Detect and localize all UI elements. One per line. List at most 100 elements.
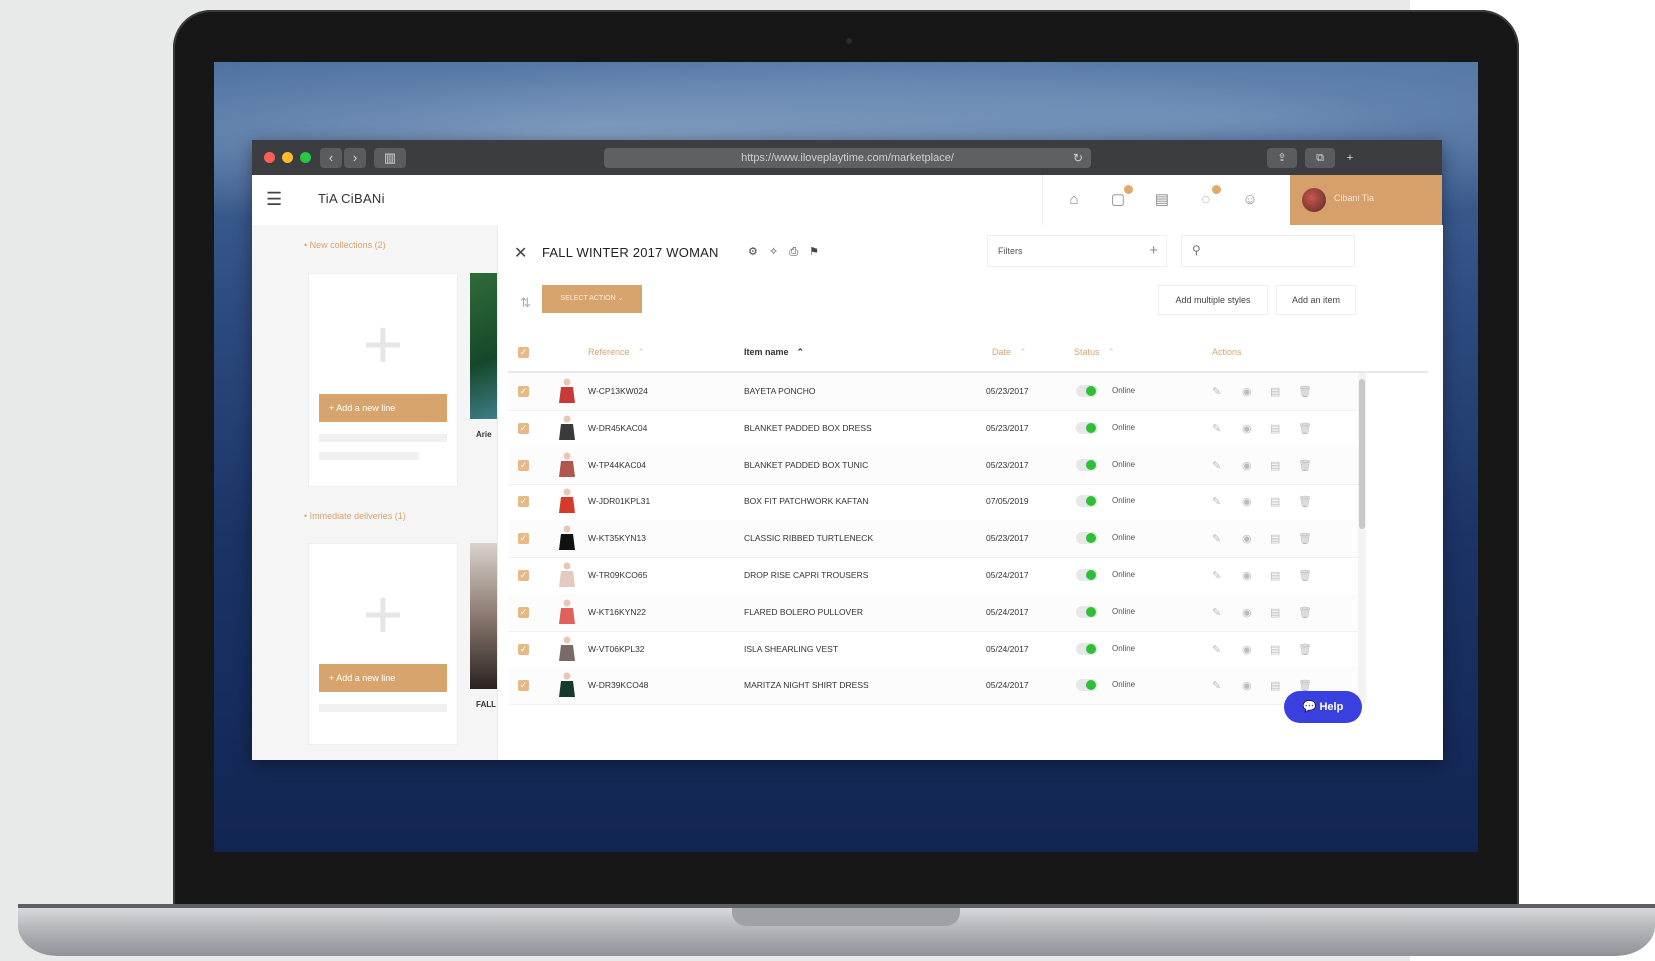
product-thumbnail[interactable] (556, 598, 578, 626)
new-tab-icon[interactable]: + (1342, 148, 1358, 168)
duplicate-icon[interactable]: ▤ (1270, 679, 1280, 692)
product-thumbnail[interactable] (556, 635, 578, 663)
share-icon[interactable]: ⇪ (1267, 148, 1297, 168)
delete-icon[interactable]: 🗑 (1298, 532, 1312, 545)
add-new-line-button[interactable]: + Add a new line (319, 664, 447, 692)
home-icon[interactable]: ⌂ (1063, 189, 1085, 211)
delete-icon[interactable]: 🗑 (1298, 569, 1312, 582)
table-row[interactable]: ✓ W-DR39KCO48 MARITZA NIGHT SHIRT DRESS 05/… (508, 667, 1358, 706)
duplicate-icon[interactable]: ▤ (1270, 385, 1280, 398)
close-window-button[interactable] (264, 152, 275, 163)
duplicate-icon[interactable]: ▤ (1270, 532, 1280, 545)
row-checkbox[interactable]: ✓ (518, 606, 529, 618)
column-date[interactable]: Date ⌃ (992, 347, 1027, 358)
item-name-cell[interactable]: BOX FIT PATCHWORK KAFTAN (744, 496, 869, 506)
product-thumbnail[interactable] (556, 524, 578, 552)
table-row[interactable]: ✓ W-TR09KCO65 DROP RISE CAPRI TROUSERS 05/2… (508, 557, 1358, 595)
product-thumbnail[interactable] (556, 671, 578, 699)
column-reference[interactable]: Reference ⌃ (588, 347, 645, 358)
table-row[interactable]: ✓ W-KT35KYN13 CLASSIC RIBBED TURTLENECK 05/… (508, 520, 1358, 559)
product-thumbnail[interactable] (556, 487, 578, 515)
item-name-cell[interactable]: DROP RISE CAPRI TROUSERS (744, 570, 868, 580)
sort-icon[interactable]: ⇅ (520, 295, 531, 311)
view-icon[interactable]: ◉ (1242, 459, 1252, 472)
table-row[interactable]: ✓ W-VT06KPL32 ISLA SHEARLING VEST 05/24/201… (508, 631, 1358, 669)
duplicate-icon[interactable]: ▤ (1270, 495, 1280, 508)
scroll-thumb[interactable] (1359, 379, 1365, 529)
plus-icon[interactable]: + (353, 579, 413, 649)
hamburger-menu-icon[interactable]: ☰ (266, 189, 288, 209)
view-icon[interactable]: ◉ (1242, 385, 1252, 398)
table-row[interactable]: ✓ W-TP44KAC04 BLANKET PADDED BOX TUNIC 05/2… (508, 446, 1358, 485)
delete-icon[interactable]: 🗑 (1298, 643, 1312, 656)
item-name-cell[interactable]: BLANKET PADDED BOX TUNIC (744, 460, 868, 470)
move-icon[interactable]: ✧ (769, 246, 778, 258)
view-icon[interactable]: ◉ (1242, 532, 1252, 545)
duplicate-icon[interactable]: ▤ (1270, 422, 1280, 435)
edit-icon[interactable]: ✎ (1212, 422, 1221, 435)
view-icon[interactable]: ◉ (1242, 643, 1252, 656)
row-checkbox[interactable]: ✓ (518, 680, 529, 692)
maximize-window-button[interactable] (300, 152, 311, 163)
delete-icon[interactable]: 🗑 (1298, 459, 1312, 472)
delete-icon[interactable]: 🗑 (1298, 495, 1312, 508)
table-row[interactable]: ✓ W-JDR01KPL31 BOX FIT PATCHWORK KAFTAN 07/… (508, 483, 1358, 522)
table-row[interactable]: ✓ W-DR45KAC04 BLANKET PADDED BOX DRESS 05/2… (508, 410, 1358, 448)
section-title-immediate-deliveries[interactable]: Immediate deliveries (1) (304, 511, 406, 521)
view-icon[interactable]: ◉ (1242, 606, 1252, 619)
close-icon[interactable]: ✕ (514, 243, 527, 263)
add-filter-icon[interactable]: + (1139, 236, 1158, 266)
section-title-new-collections[interactable]: New collections (2) (304, 240, 386, 250)
row-checkbox[interactable]: ✓ (518, 570, 529, 581)
status-toggle[interactable] (1076, 458, 1098, 471)
chat-icon[interactable]: ◌ (1195, 185, 1221, 211)
status-toggle[interactable] (1076, 679, 1098, 692)
item-name-cell[interactable]: MARITZA NIGHT SHIRT DRESS (744, 680, 869, 690)
duplicate-icon[interactable]: ▤ (1270, 643, 1280, 656)
table-scrollbar[interactable] (1358, 373, 1366, 703)
plus-icon[interactable]: + (353, 309, 413, 379)
status-toggle[interactable] (1076, 495, 1098, 508)
forward-icon[interactable]: › (344, 148, 366, 168)
back-icon[interactable]: ‹ (320, 148, 342, 168)
product-thumbnail[interactable] (556, 377, 578, 405)
sidebar-toggle-icon[interactable]: ▥ (374, 148, 406, 168)
refresh-icon[interactable]: ↻ (1073, 148, 1083, 168)
item-name-cell[interactable]: BAYETA PONCHO (744, 386, 815, 396)
table-row[interactable]: ✓ W-KT16KYN22 FLARED BOLERO PULLOVER 05/24/… (508, 593, 1358, 632)
help-button[interactable]: 💬 Help (1284, 691, 1362, 723)
view-icon[interactable]: ◉ (1242, 495, 1252, 508)
status-toggle[interactable] (1076, 642, 1098, 655)
duplicate-icon[interactable]: ▤ (1270, 569, 1280, 582)
edit-icon[interactable]: ✎ (1212, 385, 1221, 398)
select-all-checkbox[interactable]: ✓ (518, 347, 529, 358)
add-new-line-button[interactable]: + Add a new line (319, 394, 447, 422)
product-thumbnail[interactable] (556, 451, 578, 479)
column-item-name[interactable]: Item name ⌃ (744, 347, 804, 358)
print-icon[interactable]: ⎙ (789, 246, 798, 258)
item-name-cell[interactable]: FLARED BOLERO PULLOVER (744, 607, 863, 617)
user-icon[interactable]: ☺ (1239, 189, 1261, 211)
select-action-dropdown[interactable]: SELECT ACTION ⌄ (542, 285, 642, 313)
item-name-cell[interactable]: ISLA SHEARLING VEST (744, 644, 838, 654)
product-thumbnail[interactable] (556, 414, 578, 442)
delete-icon[interactable]: 🗑 (1298, 385, 1312, 398)
settings-icon[interactable]: ⚙ (748, 246, 758, 258)
status-toggle[interactable] (1076, 385, 1098, 397)
orders-icon[interactable]: ▤ (1151, 189, 1173, 211)
view-icon[interactable]: ◉ (1242, 679, 1252, 692)
edit-icon[interactable]: ✎ (1212, 532, 1221, 545)
delete-icon[interactable]: 🗑 (1298, 606, 1312, 619)
table-row[interactable]: ✓ W-CP13KW024 BAYETA PONCHO 05/23/2017 Onlin… (508, 373, 1358, 411)
edit-icon[interactable]: ✎ (1212, 495, 1221, 508)
add-multiple-styles-button[interactable]: Add multiple styles (1158, 285, 1268, 315)
filters-field[interactable]: Filters + (987, 235, 1167, 267)
collection-thumbnail[interactable] (470, 273, 498, 419)
delete-icon[interactable]: 🗑 (1298, 422, 1312, 435)
status-toggle[interactable] (1076, 532, 1098, 545)
item-name-cell[interactable]: BLANKET PADDED BOX DRESS (744, 423, 872, 433)
row-checkbox[interactable]: ✓ (518, 422, 529, 434)
row-checkbox[interactable]: ✓ (518, 386, 529, 397)
search-input[interactable]: ⚲ (1181, 235, 1355, 267)
status-toggle[interactable] (1076, 421, 1098, 434)
